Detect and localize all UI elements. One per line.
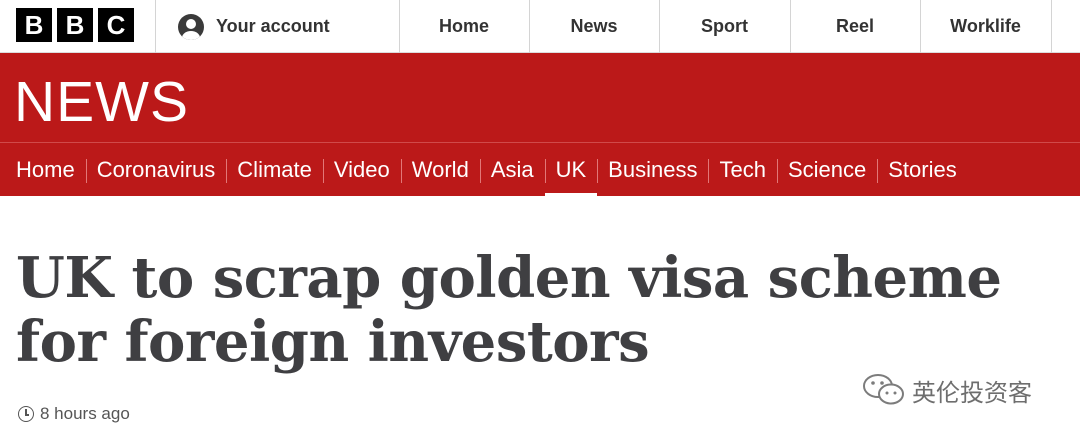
section-nav-business[interactable]: Business — [597, 157, 708, 183]
top-nav-worklife[interactable]: Worklife — [920, 0, 1051, 53]
section-nav-coronavirus[interactable]: Coronavirus — [85, 157, 227, 183]
section-nav: Home Coronavirus Climate Video World Asi… — [0, 143, 1080, 197]
news-banner: NEWS Home Coronavirus Climate Video Worl… — [0, 53, 1080, 197]
divider — [1051, 0, 1052, 53]
top-nav-news[interactable]: News — [529, 0, 659, 53]
section-nav-science[interactable]: Science — [776, 157, 877, 183]
section-nav-uk[interactable]: UK — [544, 157, 598, 197]
watermark: 英伦投资客 — [862, 372, 1032, 408]
section-nav-tech[interactable]: Tech — [708, 157, 776, 183]
top-nav-home[interactable]: Home — [399, 0, 529, 53]
clock-icon — [18, 406, 34, 422]
bbc-logo-letter: B — [57, 8, 93, 42]
section-nav-video[interactable]: Video — [322, 157, 401, 183]
top-nav-sport[interactable]: Sport — [659, 0, 790, 53]
wechat-icon — [863, 374, 904, 405]
account-label: Your account — [216, 16, 330, 36]
article-headline: UK to scrap golden visa scheme for forei… — [16, 245, 1002, 375]
timestamp-text: 8 hours ago — [40, 404, 130, 423]
section-nav-home[interactable]: Home — [16, 157, 86, 183]
section-nav-asia[interactable]: Asia — [479, 157, 545, 183]
section-nav-stories[interactable]: Stories — [877, 157, 967, 183]
top-nav-reel[interactable]: Reel — [790, 0, 920, 53]
bbc-logo[interactable]: B B C — [16, 8, 134, 42]
user-icon — [178, 13, 204, 40]
bbc-logo-letter: B — [16, 8, 52, 42]
section-nav-climate[interactable]: Climate — [226, 157, 323, 183]
watermark-text: 英伦投资客 — [912, 378, 1032, 407]
top-bar: B B C Your account Home News Sport Reel … — [0, 0, 1080, 53]
bbc-logo-letter: C — [98, 8, 134, 42]
section-nav-world[interactable]: World — [400, 157, 480, 183]
article-timestamp: 8 hours ago — [18, 404, 130, 424]
your-account-link[interactable]: Your account — [156, 0, 399, 53]
news-logo[interactable]: NEWS — [14, 69, 189, 135]
